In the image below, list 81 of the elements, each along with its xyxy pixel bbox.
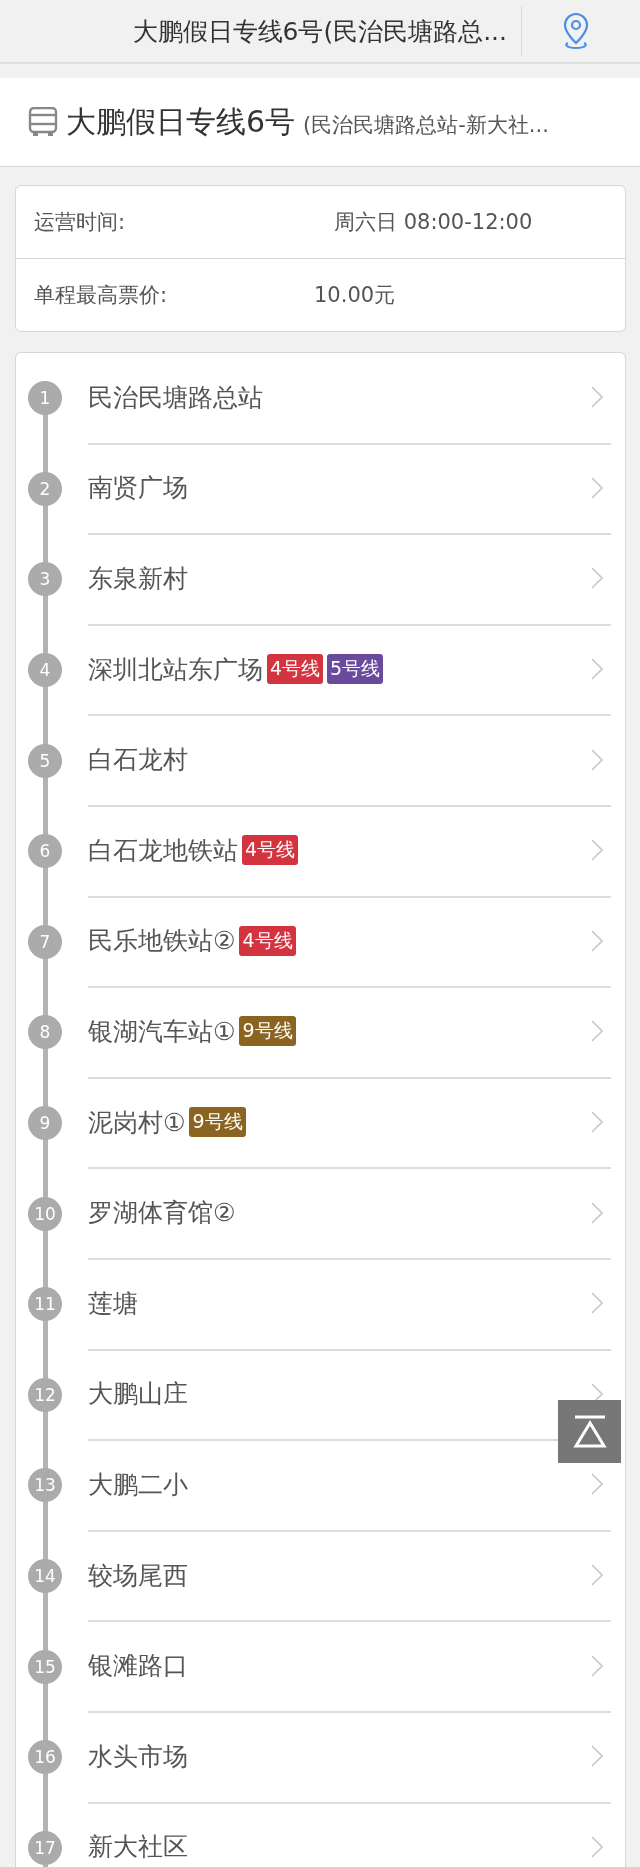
info-label: 运营时间: <box>33 209 127 236</box>
stop-item[interactable]: 深圳北站东广场 4号线 5号线 <box>88 623 611 717</box>
stop-name: 白石龙村 <box>88 744 188 777</box>
stop-number: 11 <box>28 1287 62 1322</box>
stop-number: 16 <box>28 1740 62 1775</box>
chevron-right-icon <box>591 1201 603 1224</box>
stop-name: 莲塘 <box>88 1287 138 1320</box>
stop-item[interactable]: 较场尾西 <box>88 1529 611 1623</box>
bus-icon <box>28 107 58 137</box>
chevron-right-icon <box>591 476 603 499</box>
stop-name: 泥岗村① <box>88 1106 186 1139</box>
stop-number: 15 <box>28 1649 62 1684</box>
stop-name: 水头市场 <box>88 1740 188 1773</box>
stop-name: 大鹏二小 <box>88 1468 188 1501</box>
stop-item[interactable]: 泥岗村① 9号线 <box>88 1076 611 1170</box>
chevron-right-icon <box>591 1292 603 1315</box>
stop-number: 4 <box>28 653 62 688</box>
stop-number: 13 <box>28 1468 62 1503</box>
chevron-right-icon <box>591 1745 603 1768</box>
stop-number: 5 <box>28 743 62 778</box>
stop-name: 东泉新村 <box>88 563 188 595</box>
info-value: 10.00元 <box>314 282 396 309</box>
stop-item[interactable]: 民治民塘路总站 <box>88 352 611 445</box>
chevron-right-icon <box>591 839 603 862</box>
stop-number: 1 <box>28 381 62 416</box>
metro-line-badge: 4号线 <box>239 925 296 956</box>
chevron-right-icon <box>591 1654 603 1677</box>
stop-number: 2 <box>28 471 62 506</box>
stop-item[interactable]: 罗湖体育馆② <box>88 1167 611 1260</box>
stop-item[interactable]: 白石龙村 <box>88 714 611 807</box>
chevron-right-icon <box>591 1473 603 1496</box>
chevron-right-icon <box>591 658 603 681</box>
stop-name: 银滩路口 <box>88 1650 188 1683</box>
stop-item[interactable]: 民乐地铁站② 4号线 <box>88 895 611 989</box>
stop-name: 新大社区 <box>88 1831 188 1864</box>
stop-number: 17 <box>28 1830 62 1865</box>
chevron-right-icon <box>591 1835 603 1858</box>
stop-number: 3 <box>28 562 62 597</box>
chevron-right-icon <box>591 748 603 771</box>
route-name: 大鹏假日专线6号 <box>66 102 296 141</box>
chevron-right-icon <box>591 567 603 590</box>
back-to-top-icon <box>571 1414 608 1449</box>
stop-number: 9 <box>28 1106 62 1141</box>
stop-item[interactable]: 银湖汽车站① 9号线 <box>88 986 611 1079</box>
stop-item[interactable]: 水头市场 <box>88 1710 611 1804</box>
stop-item[interactable]: 东泉新村 <box>88 533 611 626</box>
metro-line-badge: 9号线 <box>239 1016 296 1047</box>
stop-name: 罗湖体育馆② <box>88 1197 236 1230</box>
stop-number: 7 <box>28 924 62 959</box>
stop-item[interactable]: 新大社区 <box>88 1801 611 1867</box>
chevron-right-icon <box>591 1020 603 1043</box>
metro-line-badge: 5号线 <box>327 654 384 685</box>
metro-line-badge: 4号线 <box>242 835 299 866</box>
stop-name: 民乐地铁站② <box>88 925 236 958</box>
stop-name: 深圳北站东广场 <box>88 653 263 686</box>
stop-number: 10 <box>28 1196 62 1231</box>
stop-item[interactable]: 南贤广场 <box>88 442 611 536</box>
back-to-top-button[interactable] <box>558 1400 621 1463</box>
stop-name: 银湖汽车站① <box>88 1015 236 1048</box>
route-terminals: (民治民塘路总站-新大社... <box>303 112 549 139</box>
chevron-right-icon <box>591 1564 603 1586</box>
chevron-right-icon <box>591 386 603 409</box>
stop-name: 大鹏山庄 <box>88 1378 188 1411</box>
stop-number: 8 <box>28 1015 62 1050</box>
metro-line-badge: 9号线 <box>189 1107 246 1138</box>
stop-name: 较场尾西 <box>88 1559 188 1592</box>
stop-item[interactable]: 白石龙地铁站 4号线 <box>88 804 611 898</box>
map-pin-icon[interactable] <box>562 12 590 50</box>
stop-name: 南贤广场 <box>88 472 188 505</box>
stop-number: 6 <box>28 834 62 869</box>
page-title: 大鹏假日专线6号(民治民塘路总... <box>131 15 508 48</box>
stop-name: 民治民塘路总站 <box>88 381 263 414</box>
stop-item[interactable]: 莲塘 <box>88 1257 611 1351</box>
chevron-right-icon <box>591 1111 603 1134</box>
metro-line-badge: 4号线 <box>267 654 324 685</box>
stop-name: 白石龙地铁站 <box>88 834 238 867</box>
stop-number: 12 <box>28 1377 62 1412</box>
stop-item[interactable]: 银滩路口 <box>88 1620 611 1713</box>
stop-number: 14 <box>28 1559 62 1593</box>
info-value: 周六日 08:00-12:00 <box>334 209 533 236</box>
chevron-right-icon <box>591 929 603 952</box>
